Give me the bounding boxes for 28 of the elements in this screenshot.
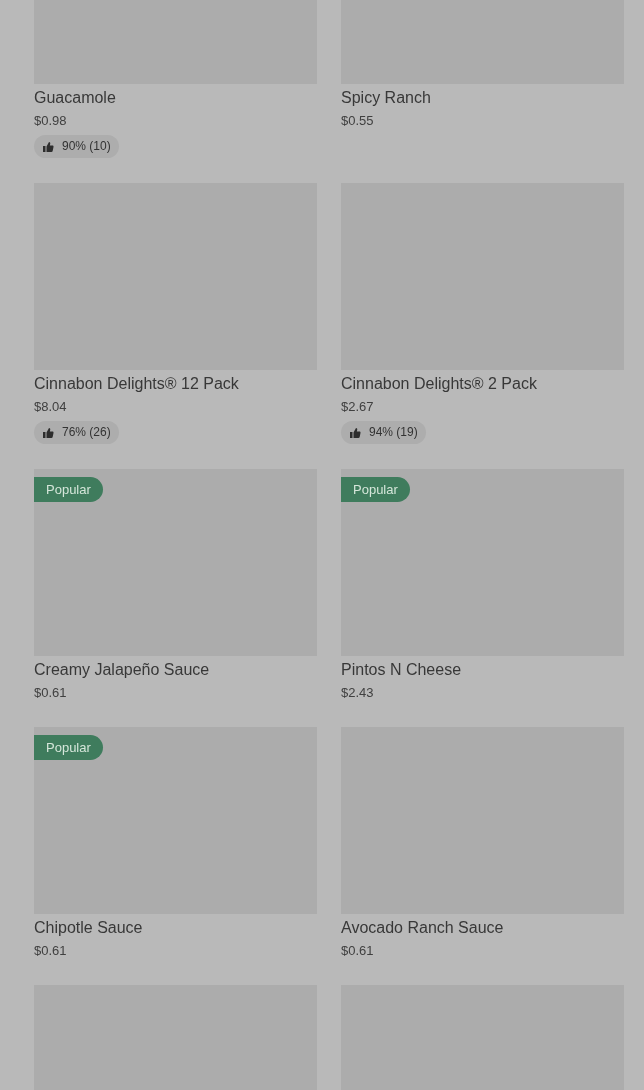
item-name: Cinnabon Delights® 2 Pack xyxy=(341,374,537,394)
item-price: $2.43 xyxy=(341,684,374,702)
image-placeholder[interactable]: Popular xyxy=(34,469,317,656)
item-price: $2.67 xyxy=(341,398,374,416)
item-name: Cinnabon Delights® 12 Pack xyxy=(34,374,239,394)
item-price: $8.04 xyxy=(34,398,67,416)
item-price: $0.61 xyxy=(34,942,67,960)
popular-badge: Popular xyxy=(34,477,103,502)
thumbs-up-icon xyxy=(42,426,54,439)
popular-badge: Popular xyxy=(341,477,410,502)
rating-text: 90% (10) xyxy=(62,139,111,154)
popular-badge: Popular xyxy=(34,735,103,760)
item-name: Guacamole xyxy=(34,88,116,108)
item-name: Pintos N Cheese xyxy=(341,660,462,680)
thumbs-up-icon xyxy=(349,426,361,439)
item-price: $0.61 xyxy=(341,942,374,960)
item-name: Spicy Ranch xyxy=(341,88,431,108)
item-name: Creamy Jalapeño Sauce xyxy=(34,660,210,680)
item-price: $0.61 xyxy=(34,684,67,702)
item-price: $0.98 xyxy=(34,112,67,130)
item-price: $0.55 xyxy=(341,112,374,130)
rating-text: 76% (26) xyxy=(62,425,111,440)
rating-text: 94% (19) xyxy=(369,425,418,440)
item-name: Avocado Ranch Sauce xyxy=(341,918,504,938)
image-placeholder[interactable]: Popular xyxy=(34,727,317,914)
image-placeholder[interactable]: Popular xyxy=(341,469,624,656)
item-name: Chipotle Sauce xyxy=(34,918,143,938)
thumbs-up-icon xyxy=(42,140,54,153)
